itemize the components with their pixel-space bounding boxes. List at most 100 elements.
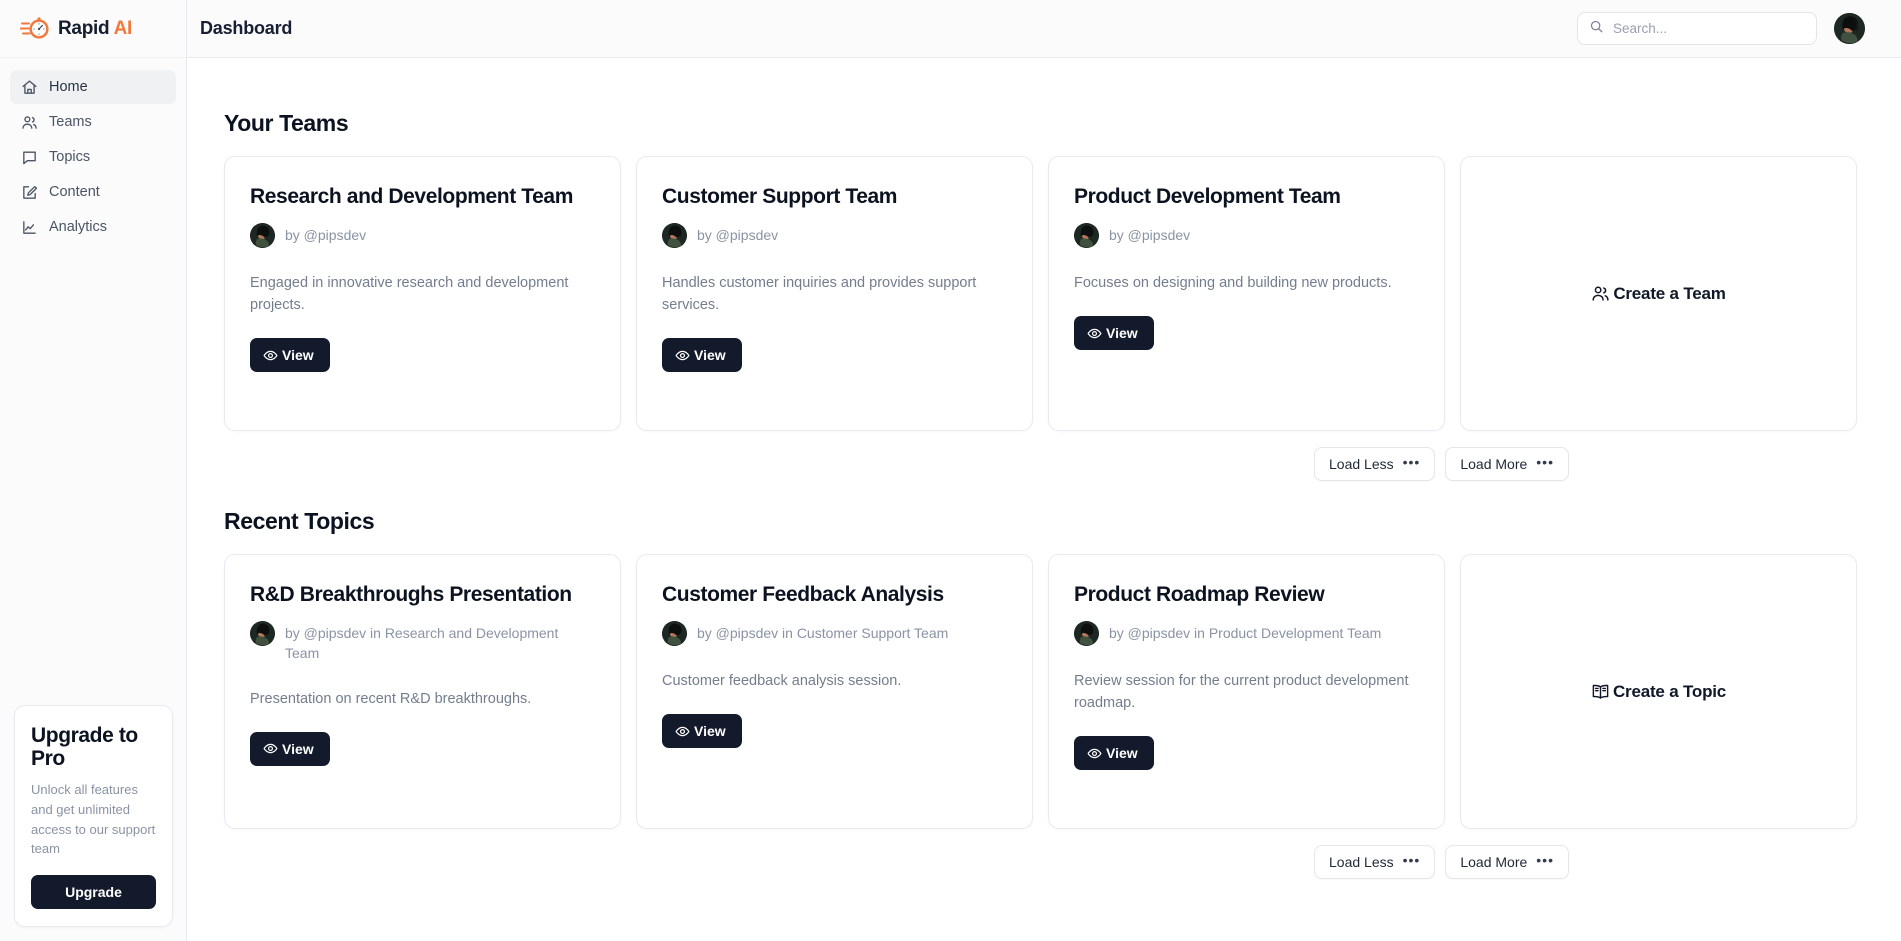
load-less-button[interactable]: Load Less ••• — [1314, 447, 1436, 481]
brand-logo-area[interactable]: Rapid AI — [0, 0, 186, 58]
load-less-label: Load Less — [1329, 854, 1394, 870]
search-input[interactable] — [1613, 21, 1805, 36]
team-card-author: by @pipsdev — [1109, 227, 1191, 244]
create-team-label: Create a Team — [1613, 283, 1726, 303]
create-team-button[interactable]: Create a Team — [1591, 283, 1726, 304]
page-title: Dashboard — [200, 18, 293, 38]
view-button-label: View — [282, 347, 314, 364]
sidebar-item-label: Home — [49, 79, 88, 95]
top-bar: Dashboard — [187, 0, 1901, 58]
avatar — [250, 223, 275, 249]
eye-icon — [263, 348, 278, 363]
users-icon — [1591, 284, 1610, 303]
view-button[interactable]: View — [1074, 316, 1154, 351]
sidebar-nav: Home Teams Topics Content Analytics — [0, 58, 186, 244]
sidebar-item-topics[interactable]: Topics — [10, 140, 176, 174]
avatar — [662, 223, 687, 249]
topic-card-title: Product Roadmap Review — [1074, 583, 1325, 606]
team-card[interactable]: Product Development Team by @pipsdev Foc… — [1048, 156, 1445, 431]
main-area: Dashboard Search... Your Teams Research … — [187, 0, 1901, 941]
users-icon — [21, 114, 38, 131]
view-button-label: View — [282, 740, 314, 757]
avatar — [662, 621, 687, 647]
topic-card-meta: by @pipsdev in Product Development Team — [1074, 620, 1419, 647]
eye-icon — [263, 741, 278, 756]
topic-card[interactable]: R&D Breakthroughs Presentation by @pipsd… — [224, 554, 621, 829]
ellipsis-icon: ••• — [1536, 852, 1554, 868]
view-button[interactable]: View — [1074, 736, 1154, 771]
create-topic-label: Create a Topic — [1612, 681, 1727, 701]
eye-icon — [1087, 746, 1102, 761]
teams-load-controls: Load Less ••• Load More ••• — [224, 447, 1857, 481]
load-more-button[interactable]: Load More ••• — [1445, 447, 1569, 481]
team-card[interactable]: Customer Support Team by @pipsdev Handle… — [636, 156, 1033, 431]
topic-card[interactable]: Customer Feedback Analysis by @pipsdev i… — [636, 554, 1033, 829]
topic-card-description: Presentation on recent R&D breakthroughs… — [250, 690, 532, 707]
load-more-button[interactable]: Load More ••• — [1445, 845, 1569, 879]
sidebar-item-analytics[interactable]: Analytics — [10, 210, 176, 244]
upgrade-description: Unlock all features and get unlimited ac… — [31, 782, 156, 857]
load-less-label: Load Less — [1329, 456, 1394, 472]
ellipsis-icon: ••• — [1402, 852, 1421, 868]
team-card-description: Engaged in innovative research and devel… — [250, 275, 569, 314]
section-title-topics: Recent Topics — [224, 508, 375, 534]
eye-icon — [675, 724, 690, 739]
team-card-meta: by @pipsdev — [662, 222, 1007, 249]
team-card[interactable]: Research and Development Team by @pipsde… — [224, 156, 621, 431]
topic-card-description: Review session for the current product d… — [1074, 673, 1409, 712]
view-button[interactable]: View — [662, 714, 742, 749]
view-button[interactable]: View — [250, 338, 330, 373]
team-card-title: Customer Support Team — [662, 185, 898, 208]
avatar[interactable] — [1834, 13, 1865, 44]
topics-card-grid: R&D Breakthroughs Presentation by @pipsd… — [224, 554, 1857, 829]
ellipsis-icon: ••• — [1402, 454, 1421, 470]
topic-card-author: by @pipsdev in Customer Support Team — [697, 625, 949, 642]
upgrade-to-pro-card: Upgrade to Pro Unlock all features and g… — [14, 704, 173, 927]
sidebar-item-label: Topics — [49, 149, 91, 165]
view-button-label: View — [694, 723, 726, 740]
team-card-meta: by @pipsdev — [1074, 222, 1419, 249]
book-icon — [1591, 682, 1610, 701]
create-topic-card[interactable]: Create a Topic — [1460, 554, 1857, 829]
eye-icon — [675, 348, 690, 363]
topic-card-meta: by @pipsdev in Research and Development … — [250, 620, 595, 664]
upgrade-button[interactable]: Upgrade — [31, 875, 156, 909]
topic-card-meta: by @pipsdev in Customer Support Team — [662, 620, 1007, 647]
view-button-label: View — [1106, 745, 1138, 762]
home-icon — [21, 79, 38, 96]
topic-card-title: R&D Breakthroughs Presentation — [250, 583, 572, 606]
teams-card-grid: Research and Development Team by @pipsde… — [224, 156, 1857, 431]
eye-icon — [1087, 326, 1102, 341]
team-card-description: Focuses on designing and building new pr… — [1074, 275, 1392, 292]
message-icon — [21, 149, 38, 166]
view-button[interactable]: View — [662, 338, 742, 373]
app-root: Rapid AI Home Teams Topics Content Analy… — [0, 0, 1901, 941]
create-team-card[interactable]: Create a Team — [1460, 156, 1857, 431]
view-button-label: View — [694, 347, 726, 364]
load-less-button[interactable]: Load Less ••• — [1314, 845, 1436, 879]
topic-card-author: by @pipsdev in Product Development Team — [1109, 625, 1382, 642]
team-card-title: Research and Development Team — [250, 185, 573, 208]
load-more-label: Load More — [1460, 854, 1528, 870]
create-topic-button[interactable]: Create a Topic — [1591, 682, 1726, 702]
topic-card-author: by @pipsdev in Research and Development … — [285, 625, 559, 662]
content-area: Your Teams Research and Development Team… — [187, 58, 1901, 941]
sidebar-item-label: Teams — [49, 114, 92, 130]
sidebar-item-label: Content — [49, 184, 100, 200]
section-title-teams: Your Teams — [224, 110, 349, 136]
topic-card[interactable]: Product Roadmap Review by @pipsdev in Pr… — [1048, 554, 1445, 829]
team-card-description: Handles customer inquiries and provides … — [662, 275, 977, 314]
team-card-author: by @pipsdev — [697, 227, 779, 244]
search-box[interactable] — [1577, 12, 1817, 45]
team-card-title: Product Development Team — [1074, 185, 1341, 208]
sidebar-item-teams[interactable]: Teams — [10, 105, 176, 139]
avatar — [1074, 621, 1099, 647]
sidebar-item-home[interactable]: Home — [10, 70, 176, 104]
search-icon — [1589, 19, 1604, 39]
recent-topics-section: Recent Topics R&D Breakthroughs Presenta… — [224, 508, 1857, 879]
view-button-label: View — [1106, 325, 1138, 342]
view-button[interactable]: View — [250, 731, 330, 766]
team-card-meta: by @pipsdev — [250, 222, 595, 249]
line-chart-icon — [21, 219, 38, 236]
sidebar-item-content[interactable]: Content — [10, 175, 176, 209]
